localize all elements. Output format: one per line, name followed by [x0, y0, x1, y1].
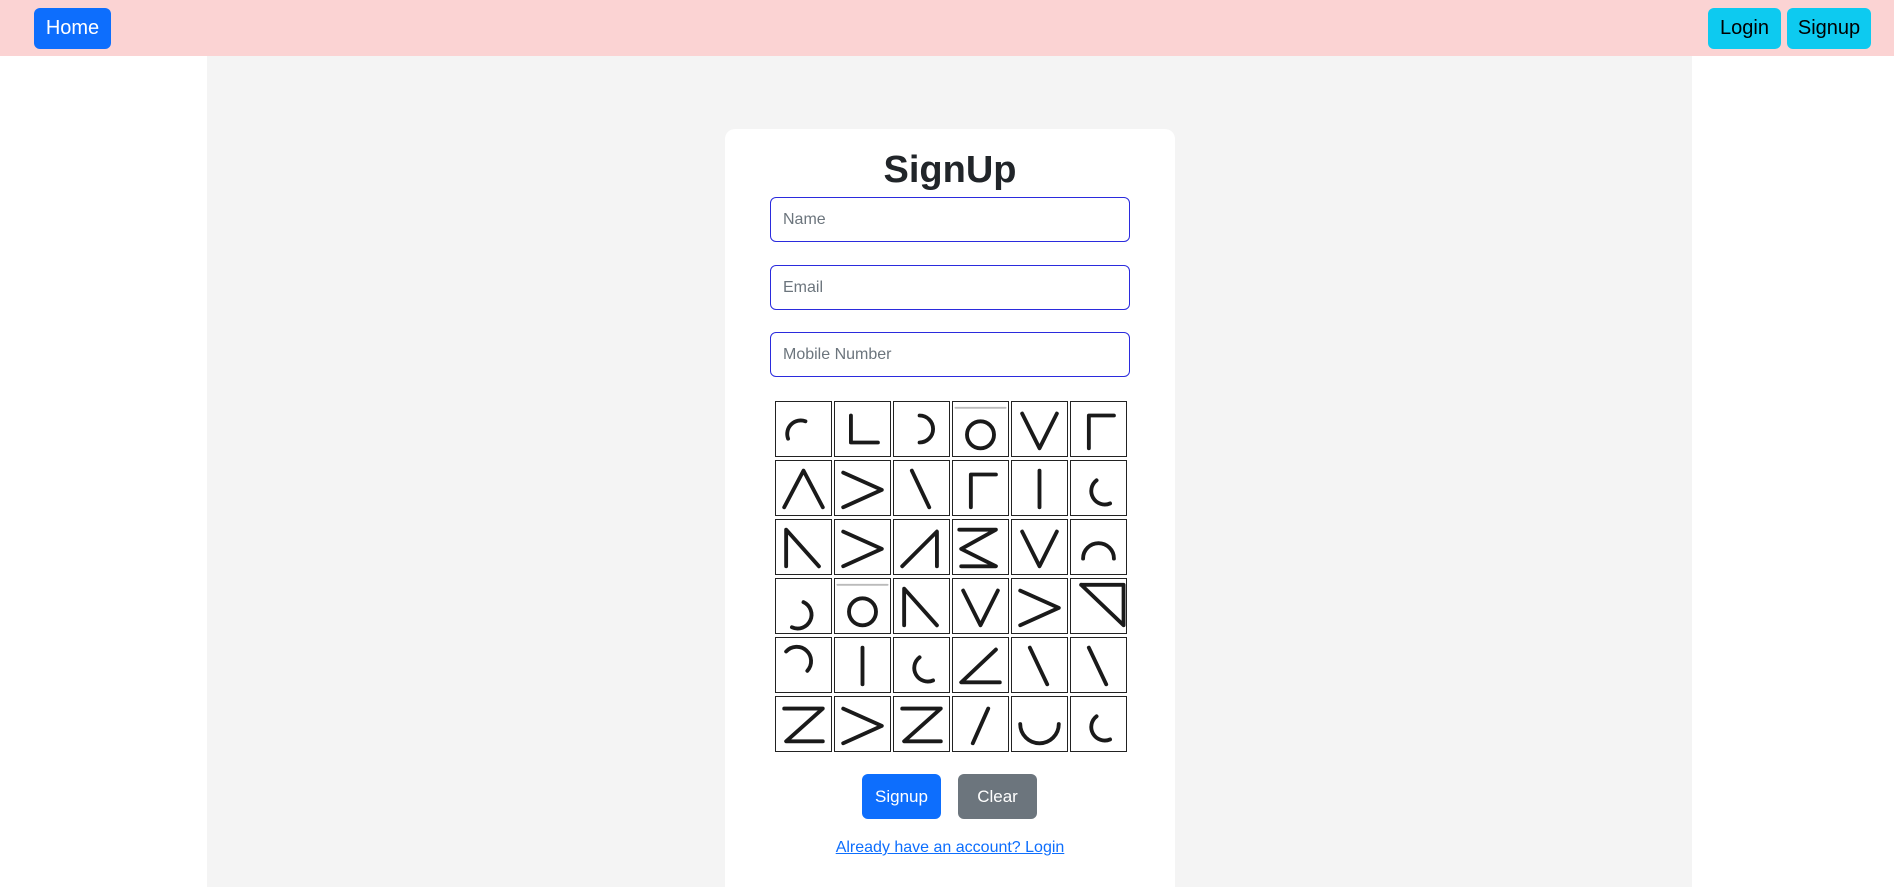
home-button[interactable]: Home	[34, 8, 111, 49]
corner-top-left-icon	[1086, 413, 1116, 451]
name-field[interactable]	[770, 197, 1130, 242]
chevron-right-icon	[841, 529, 884, 569]
pattern-cell[interactable]	[1011, 637, 1068, 693]
clear-button[interactable]: Clear	[958, 774, 1037, 819]
caret-up-icon	[782, 468, 825, 510]
login-nav-button[interactable]: Login	[1708, 8, 1781, 49]
pattern-cell[interactable]	[775, 637, 832, 693]
pattern-cell[interactable]	[893, 578, 950, 634]
triangle-right-icon	[900, 529, 939, 569]
z-reversed-icon	[957, 527, 998, 569]
pattern-cell[interactable]	[893, 460, 950, 516]
vertical-line-icon	[1037, 468, 1042, 510]
z-shape-icon	[900, 706, 943, 744]
pattern-cell[interactable]	[952, 519, 1009, 575]
pattern-cell[interactable]	[893, 696, 950, 752]
pattern-cell[interactable]	[775, 519, 832, 575]
pattern-cell[interactable]	[1011, 696, 1068, 752]
circle-icon	[954, 406, 1007, 451]
pattern-cell[interactable]	[1011, 401, 1068, 457]
pattern-cell[interactable]	[775, 401, 832, 457]
chevron-right-icon	[841, 470, 884, 510]
pattern-cell[interactable]	[952, 696, 1009, 752]
vertical-line-icon	[860, 645, 865, 687]
pattern-cell[interactable]	[893, 637, 950, 693]
arc-bottom-right-icon	[790, 600, 814, 631]
arc-right-icon	[917, 413, 935, 445]
pattern-cell[interactable]	[952, 578, 1009, 634]
arc-bottom-left-icon	[912, 655, 935, 684]
v-shape-icon	[1020, 411, 1059, 451]
mobile-number-field[interactable]	[770, 332, 1130, 377]
corner-bottom-left-icon	[849, 413, 880, 445]
pattern-cell[interactable]	[1070, 460, 1127, 516]
pattern-cell[interactable]	[775, 460, 832, 516]
pattern-cell[interactable]	[834, 460, 891, 516]
pattern-cell[interactable]	[893, 519, 950, 575]
arc-bottom-left-icon	[1089, 478, 1112, 507]
pattern-cell[interactable]	[1011, 519, 1068, 575]
arc-top-right-icon	[784, 644, 813, 673]
backslash-icon	[1027, 645, 1050, 687]
z-shape-icon	[782, 706, 825, 744]
pattern-cell[interactable]	[1070, 696, 1127, 752]
arc-top-icon	[1081, 541, 1116, 561]
pattern-cell[interactable]	[834, 637, 891, 693]
pattern-cell[interactable]	[1070, 401, 1127, 457]
z-top-diagonal-icon	[1079, 582, 1126, 628]
top-navbar: Home Login Signup	[0, 0, 1894, 56]
pattern-grid	[775, 401, 1127, 752]
pattern-cell[interactable]	[893, 401, 950, 457]
signup-nav-button[interactable]: Signup	[1787, 8, 1871, 49]
arc-top-left-icon	[785, 418, 808, 441]
v-shape-icon	[1020, 529, 1059, 569]
email-field[interactable]	[770, 265, 1130, 310]
slash-icon	[970, 706, 991, 746]
page-title: SignUp	[883, 149, 1017, 191]
pattern-cell[interactable]	[775, 696, 832, 752]
backslash-icon	[1086, 645, 1109, 687]
chevron-right-icon	[841, 706, 884, 746]
signup-card: SignUp Signup Clear Already have an acco…	[725, 129, 1175, 887]
arc-bottom-left-icon	[1089, 714, 1112, 743]
pattern-cell[interactable]	[952, 637, 1009, 693]
corner-top-left-icon	[968, 472, 998, 510]
pattern-cell[interactable]	[834, 696, 891, 752]
pattern-cell[interactable]	[952, 401, 1009, 457]
circle-icon	[836, 583, 889, 628]
pattern-cell[interactable]	[1070, 519, 1127, 575]
n-diagonal-icon	[902, 586, 939, 628]
u-shape-icon	[1018, 722, 1061, 746]
pattern-cell[interactable]	[952, 460, 1009, 516]
pattern-cell[interactable]	[834, 401, 891, 457]
pattern-cell[interactable]	[1011, 460, 1068, 516]
chevron-right-icon	[1018, 588, 1061, 628]
pattern-cell[interactable]	[775, 578, 832, 634]
signup-submit-button[interactable]: Signup	[862, 774, 941, 819]
pattern-cell[interactable]	[1070, 578, 1127, 634]
pattern-cell[interactable]	[834, 519, 891, 575]
pattern-cell[interactable]	[834, 578, 891, 634]
angle-left-icon	[959, 647, 1002, 685]
n-diagonal-icon	[784, 527, 821, 569]
backslash-icon	[909, 468, 932, 510]
login-link[interactable]: Already have an account? Login	[725, 839, 1175, 857]
v-shape-icon	[961, 588, 1000, 628]
pattern-cell[interactable]	[1070, 637, 1127, 693]
pattern-cell[interactable]	[1011, 578, 1068, 634]
